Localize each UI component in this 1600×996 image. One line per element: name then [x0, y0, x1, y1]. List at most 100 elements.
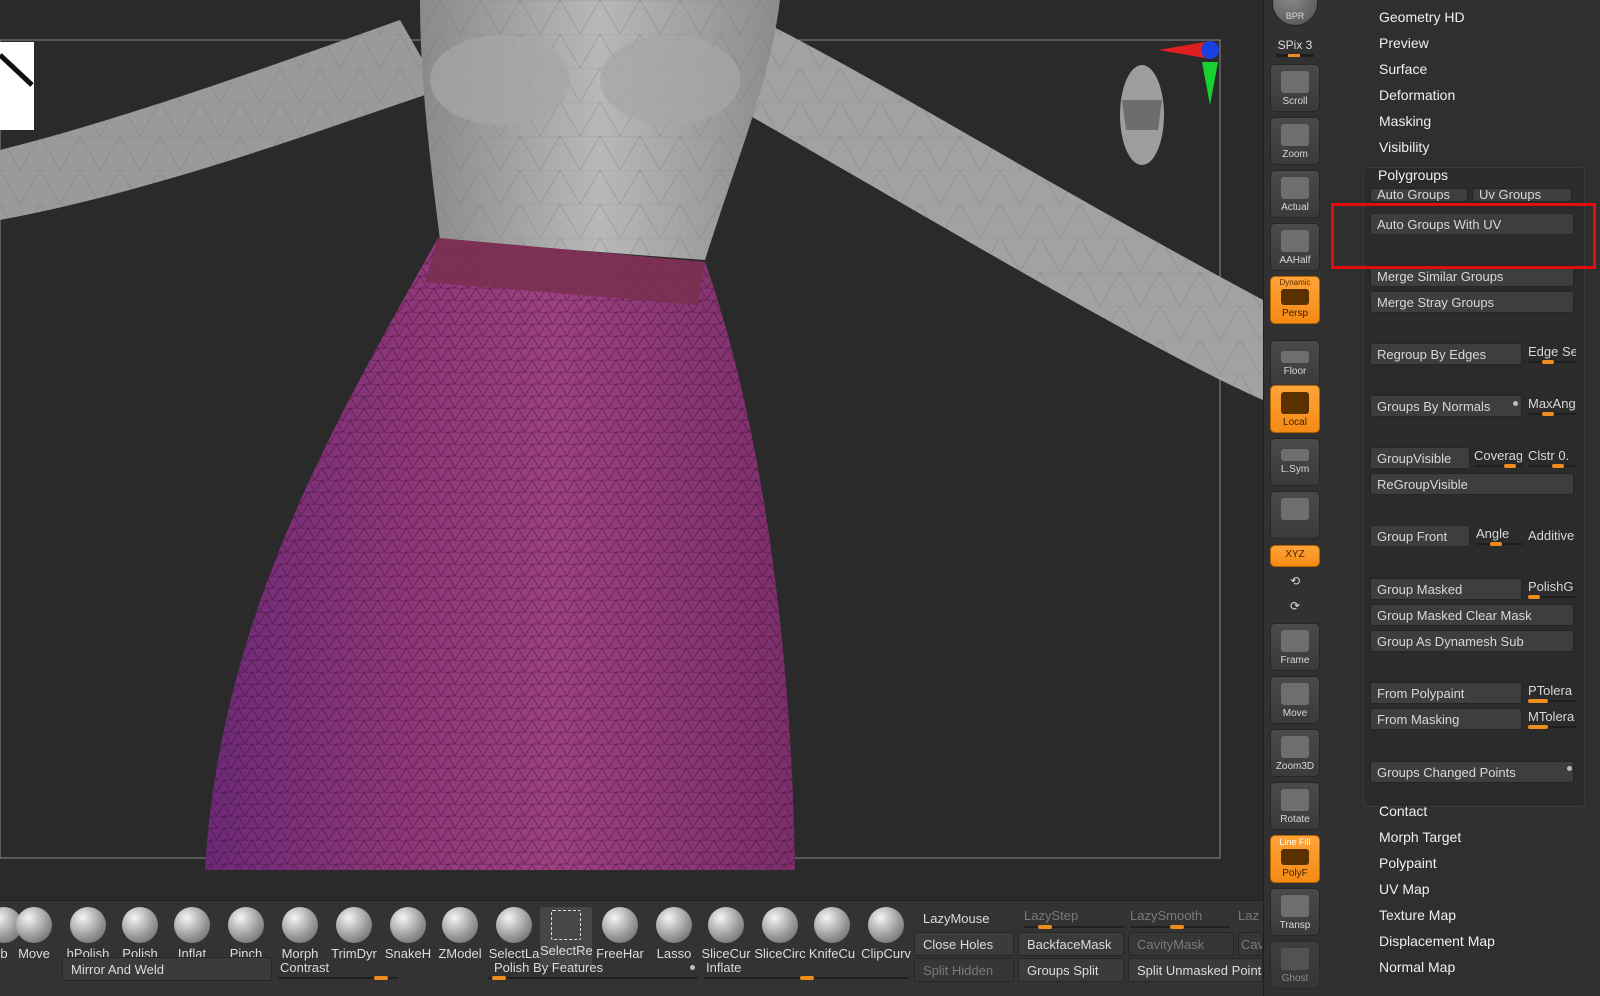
floor-button[interactable]: Floor [1270, 340, 1320, 388]
lazy-radius-slider[interactable]: Laz [1238, 906, 1263, 930]
brush-thumbnail-icon [282, 907, 318, 943]
spix-label: SPix 3 [1277, 38, 1313, 52]
angle-slider[interactable]: Angle [1476, 525, 1524, 547]
scroll-button[interactable]: Scroll [1270, 64, 1320, 112]
brush-thumbnail-icon [390, 907, 426, 943]
menu-geometry-hd[interactable]: Geometry HD [1379, 6, 1465, 28]
uv-groups-button[interactable]: Uv Groups [1472, 188, 1572, 202]
group-masked-button[interactable]: Group Masked [1370, 578, 1522, 600]
transp-button[interactable]: Transp [1270, 888, 1320, 936]
toggle-dot [690, 965, 695, 970]
cavitymask-button[interactable]: CavityMask [1128, 932, 1234, 956]
aahalf-button[interactable]: AAHalf [1270, 223, 1320, 271]
rotate-z-icon[interactable]: ⟳ [1270, 599, 1320, 613]
brush-thumbnail-icon [174, 907, 210, 943]
polishg-slider[interactable]: PolishG [1528, 578, 1576, 600]
actual-button[interactable]: Actual [1270, 170, 1320, 218]
menu-normal-map[interactable]: Normal Map [1379, 956, 1455, 978]
vertical-toolbar: BPR SPix 3 Scroll Zoom Actual AAHalf Dyn… [1263, 0, 1327, 996]
zoom-button[interactable]: Zoom [1270, 117, 1320, 165]
maxang-label: MaxAng [1528, 396, 1576, 411]
brush-thumbnail-icon [708, 907, 744, 943]
transparency-icon [1281, 895, 1309, 917]
brush-thumbnail-icon [70, 907, 106, 943]
auto-groups-with-uv-button[interactable]: Auto Groups With UV [1370, 213, 1574, 235]
inflate-slider[interactable]: Inflate [704, 957, 909, 981]
groups-by-normals-button[interactable]: Groups By Normals [1370, 395, 1522, 417]
coverage-slider[interactable]: Coverag [1474, 447, 1522, 469]
mirror-and-weld-button[interactable]: Mirror And Weld [62, 957, 272, 981]
lock-button[interactable] [1270, 491, 1320, 539]
menu-visibility[interactable]: Visibility [1379, 136, 1429, 158]
zoom3d-button[interactable]: Zoom3D [1270, 729, 1320, 777]
local-icon [1281, 392, 1309, 414]
additive-toggle[interactable]: Additive [1528, 525, 1576, 547]
close-holes-button[interactable]: Close Holes [914, 932, 1014, 956]
clstr-slider[interactable]: Clstr 0. [1528, 447, 1576, 469]
linefill-label: Line Fill [1279, 837, 1311, 847]
menu-morph-target[interactable]: Morph Target [1379, 826, 1461, 848]
menu-deformation[interactable]: Deformation [1379, 84, 1455, 106]
persp-button[interactable]: Dynamic Persp [1270, 276, 1320, 324]
group-visible-button[interactable]: GroupVisible [1370, 447, 1470, 469]
menu-displacement-map[interactable]: Displacement Map [1379, 930, 1495, 952]
menu-masking[interactable]: Masking [1379, 110, 1431, 132]
xyz-button[interactable]: XYZ [1270, 545, 1320, 567]
3d-viewport[interactable] [0, 0, 1263, 900]
group-masked-clear-mask-button[interactable]: Group Masked Clear Mask [1370, 604, 1574, 626]
rotate-button[interactable]: Rotate [1270, 782, 1320, 830]
menu-preview[interactable]: Preview [1379, 32, 1429, 54]
regroup-by-edges-button[interactable]: Regroup By Edges [1370, 343, 1522, 365]
rotate-y-icon[interactable]: ⟲ [1270, 574, 1320, 588]
merge-stray-groups-button[interactable]: Merge Stray Groups [1370, 291, 1574, 313]
regroup-visible-button[interactable]: ReGroupVisible [1370, 473, 1574, 495]
spix-slider[interactable]: SPix 3 [1270, 38, 1320, 57]
frame-button[interactable]: Frame [1270, 623, 1320, 671]
grid-icon [1281, 289, 1309, 305]
auto-groups-button[interactable]: Auto Groups [1370, 188, 1468, 202]
merge-similar-groups-button[interactable]: Merge Similar Groups [1370, 265, 1574, 287]
split-hidden-button[interactable]: Split Hidden [914, 958, 1014, 982]
polish-by-features-slider[interactable]: Polish By Features [488, 957, 698, 981]
additive-label: Additive [1528, 528, 1575, 543]
lazystep-slider[interactable]: LazyStep [1024, 906, 1124, 930]
brush-zmodel[interactable]: ZModel [434, 907, 486, 967]
maxang-slider[interactable]: MaxAng [1528, 395, 1576, 417]
groups-split-button[interactable]: Groups Split [1018, 958, 1124, 982]
hand-icon [1281, 71, 1309, 93]
lazysmooth-slider[interactable]: LazySmooth [1130, 906, 1230, 930]
menu-uv-map[interactable]: UV Map [1379, 878, 1430, 900]
brush-move[interactable]: Move [8, 907, 60, 967]
group-front-button[interactable]: Group Front [1370, 525, 1470, 547]
group-as-dynamesh-sub-button[interactable]: Group As Dynamesh Sub [1370, 630, 1574, 652]
ghost-button[interactable]: Ghost [1270, 941, 1320, 989]
polygroups-subpalette: Polygroups Auto Groups Uv Groups Auto Gr… [1363, 167, 1585, 807]
menu-surface[interactable]: Surface [1379, 58, 1427, 80]
menu-contact[interactable]: Contact [1379, 800, 1427, 822]
edge-se-slider[interactable]: Edge Se [1528, 343, 1576, 365]
backfacemask-button[interactable]: BackfaceMask [1018, 932, 1124, 956]
brush-thumbnail-icon [122, 907, 158, 943]
groups-changed-points-button[interactable]: Groups Changed Points [1370, 761, 1574, 783]
contrast-slider[interactable]: Contrast [278, 957, 398, 981]
split-unmasked-points-button[interactable]: Split Unmasked Points [1128, 958, 1263, 982]
bpr-button[interactable]: BPR [1272, 0, 1318, 26]
bottom-shelf: b Move hPolish Polish Inflat Pinch Morph TrimDy… [0, 900, 1263, 996]
lsym-button[interactable]: L.Sym [1270, 438, 1320, 486]
menu-polygroups[interactable]: Polygroups [1378, 164, 1448, 186]
menu-texture-map[interactable]: Texture Map [1379, 904, 1456, 926]
inflate-label: Inflate [706, 960, 742, 975]
cav-button[interactable]: Cav [1238, 932, 1263, 956]
lazymouse-button[interactable]: LazyMouse [914, 906, 1014, 930]
from-masking-button[interactable]: From Masking [1370, 708, 1522, 730]
from-polypaint-button[interactable]: From Polypaint [1370, 682, 1522, 704]
clstr-label: Clstr 0. [1528, 448, 1570, 463]
ptolera-slider[interactable]: PTolera [1528, 682, 1576, 704]
move-icon [1281, 683, 1309, 705]
zoom3d-label: Zoom3D [1275, 761, 1315, 772]
menu-polypaint[interactable]: Polypaint [1379, 852, 1437, 874]
mtolera-slider[interactable]: MTolera [1528, 708, 1576, 730]
polyf-button[interactable]: Line Fill PolyF [1270, 835, 1320, 883]
move-button[interactable]: Move [1270, 676, 1320, 724]
local-button[interactable]: Local [1270, 385, 1320, 433]
